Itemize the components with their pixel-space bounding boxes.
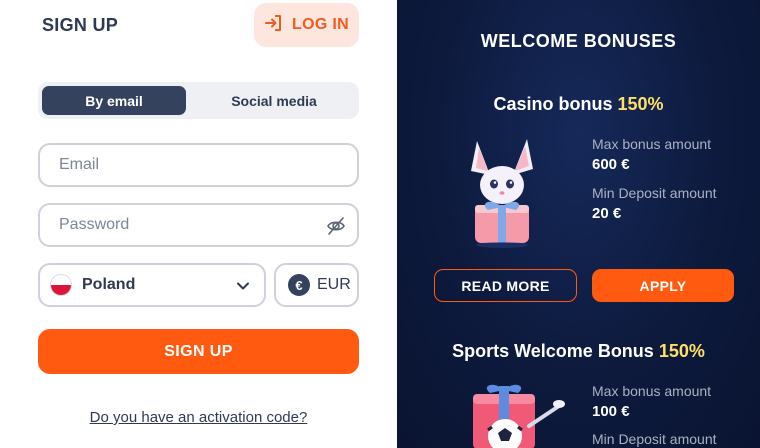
casino-min-value: 20 € <box>592 205 622 222</box>
sports-bonus-name: Sports Welcome Bonus <box>452 341 654 361</box>
currency-select[interactable]: € EUR <box>274 263 359 307</box>
signup-title: SIGN UP <box>42 15 119 35</box>
sports-max-label: Max bonus amount <box>592 383 712 399</box>
casino-max-label: Max bonus amount <box>592 136 712 152</box>
sports-gift-illustration <box>459 382 569 448</box>
sports-bonus-title: Sports Welcome Bonus 150% <box>397 341 760 362</box>
euro-icon: € <box>288 274 310 296</box>
apply-button[interactable]: APPLY <box>592 269 734 302</box>
casino-bonus-title: Casino bonus 150% <box>397 94 760 115</box>
activation-code-link[interactable]: Do you have an activation code? <box>0 409 397 426</box>
sports-bonus-percent: 150% <box>658 341 705 361</box>
welcome-bonuses-panel: WELCOME BONUSES Casino bonus 150% Max bo… <box>397 0 760 448</box>
password-field[interactable]: Password <box>38 203 359 247</box>
sports-max-value: 100 € <box>592 403 630 420</box>
tab-by-email[interactable]: By email <box>42 86 186 115</box>
read-more-button[interactable]: READ MORE <box>434 269 577 302</box>
casino-bonus-percent: 150% <box>617 94 664 114</box>
sports-min-label: Min Deposit amount <box>592 431 717 447</box>
login-button[interactable]: LOG IN <box>254 3 359 47</box>
eye-slash-icon[interactable] <box>325 215 347 242</box>
poland-flag-icon <box>50 274 72 296</box>
country-select[interactable]: Poland <box>38 263 266 307</box>
signup-submit-button[interactable]: SIGN UP <box>38 329 359 374</box>
signup-method-tabs: By email Social media <box>38 82 359 119</box>
casino-max-value: 600 € <box>592 156 630 173</box>
password-placeholder: Password <box>59 216 130 233</box>
welcome-bonuses-title: WELCOME BONUSES <box>480 31 677 51</box>
country-value: Poland <box>82 276 136 293</box>
login-icon <box>264 13 284 38</box>
tab-social-media[interactable]: Social media <box>194 86 354 115</box>
signup-panel: SIGN UP LOG IN By email Social media Ema… <box>0 0 397 448</box>
casino-min-label: Min Deposit amount <box>592 185 717 201</box>
login-label: LOG IN <box>292 16 349 33</box>
fox-gift-illustration <box>457 133 547 248</box>
email-field[interactable]: Email <box>38 143 359 187</box>
currency-value: EUR <box>317 276 351 293</box>
casino-bonus-name: Casino bonus <box>493 94 613 114</box>
email-placeholder: Email <box>59 156 100 173</box>
chevron-down-icon <box>236 279 250 298</box>
